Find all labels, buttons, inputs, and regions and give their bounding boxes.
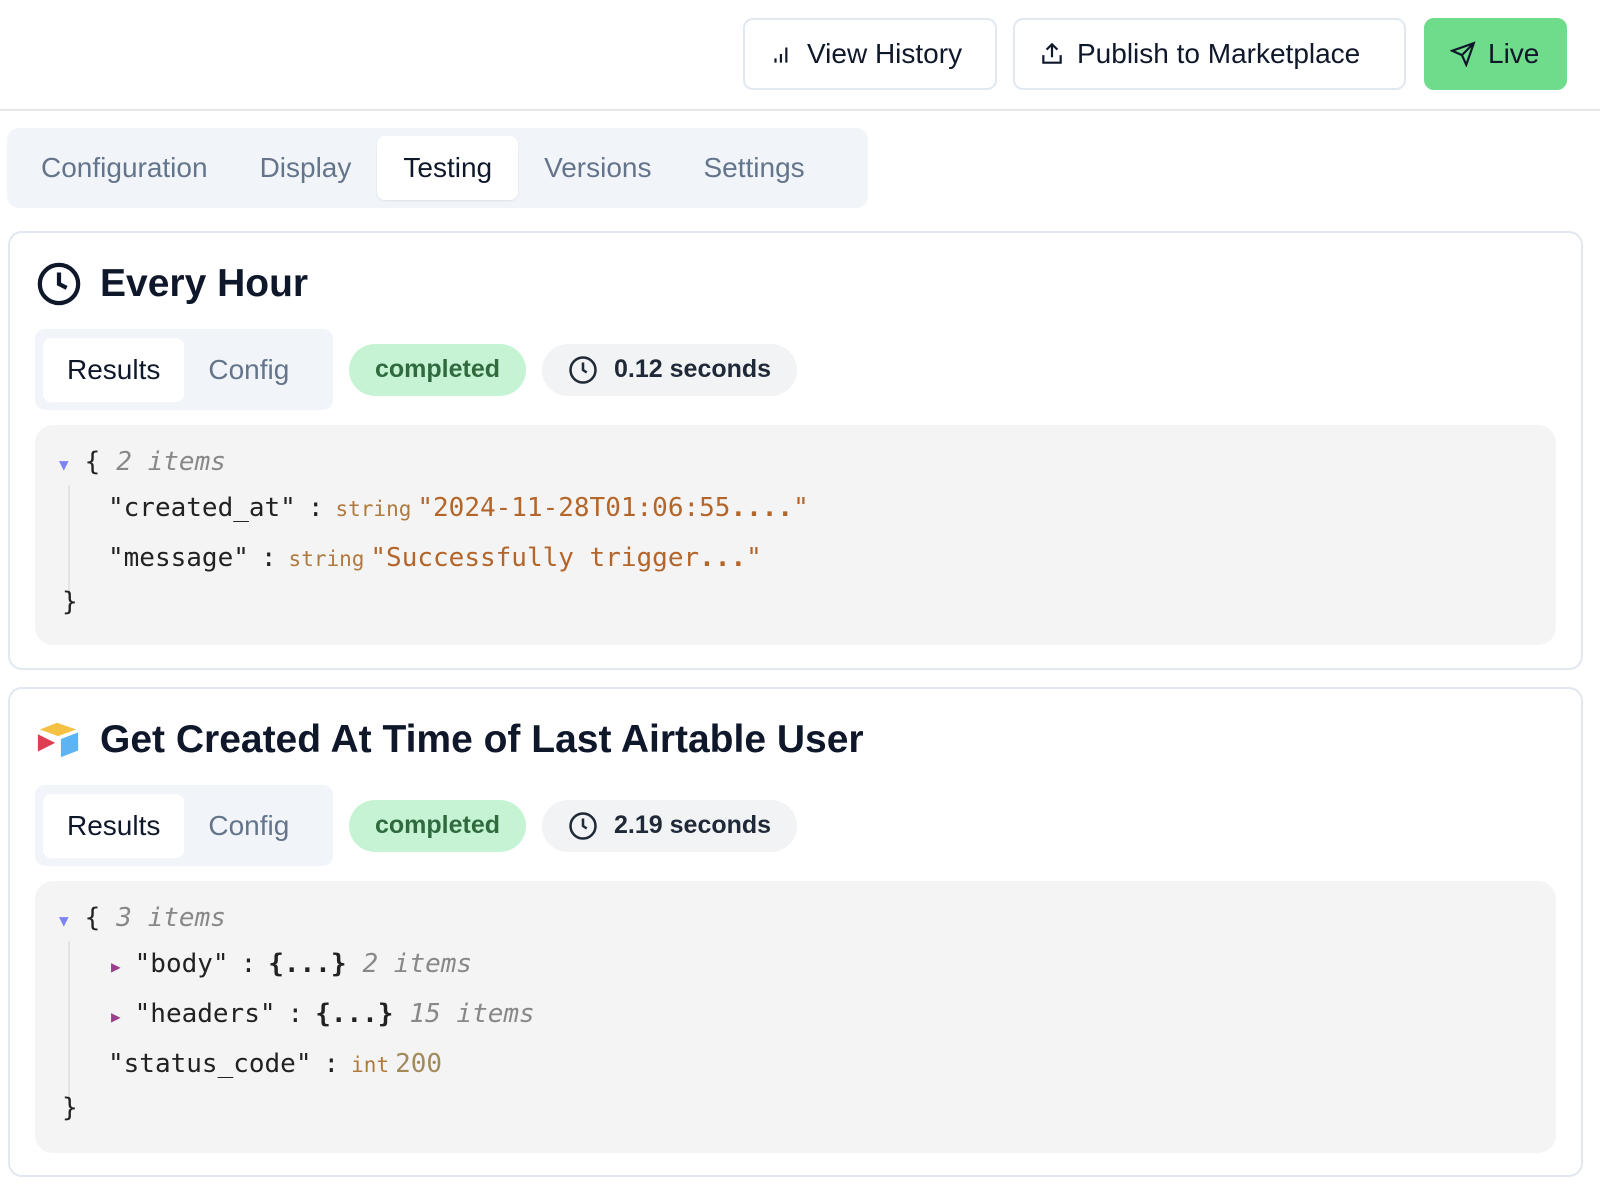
upload-icon (1042, 42, 1062, 64)
result-tabs: Results Config (35, 329, 333, 410)
type: string (288, 547, 365, 571)
result-tabs: Results Config (35, 785, 333, 866)
tab-configuration[interactable]: Configuration (15, 136, 234, 200)
live-label: Live (1488, 38, 1540, 69)
colon: : (323, 1049, 340, 1079)
step-title: Every Hour (36, 261, 308, 307)
item-count: 2 items (362, 949, 473, 979)
expand-triangle-icon[interactable]: ▼ (59, 911, 69, 930)
live-button[interactable]: Live (1424, 18, 1567, 90)
clock-icon (569, 811, 597, 840)
json-root[interactable]: ▼ {2 items (59, 447, 226, 477)
clock-icon (569, 355, 597, 384)
publish-label: Publish to Marketplace (1077, 38, 1361, 69)
json-field: "status_code": int 200 (108, 1049, 442, 1079)
quote: " (746, 543, 762, 573)
value: "Successfully trigger (370, 543, 700, 573)
tab-results[interactable]: Results (43, 337, 185, 402)
collapsed-triangle-icon[interactable]: ▶ (111, 957, 121, 976)
brace: { (84, 903, 101, 933)
json-field-body[interactable]: ▶ "body": {...} 2 items (111, 949, 472, 979)
tab-config[interactable]: Config (184, 794, 313, 858)
colon: : (307, 493, 324, 523)
collapsed-triangle-icon[interactable]: ▶ (111, 1007, 121, 1026)
json-field-headers[interactable]: ▶ "headers": {...} 15 items (111, 999, 535, 1029)
clock-icon (37, 262, 81, 306)
value: 200 (395, 1049, 443, 1079)
ellipsis[interactable]: .... (730, 493, 793, 523)
tab-versions[interactable]: Versions (518, 136, 677, 200)
duration-text: 0.12 seconds (614, 355, 772, 383)
expand-triangle-icon[interactable]: ▼ (59, 455, 69, 474)
tab-display[interactable]: Display (234, 136, 378, 200)
status-badge: completed (349, 799, 527, 852)
colon: : (260, 543, 277, 573)
publish-button[interactable]: Publish to Marketplace (1013, 18, 1406, 90)
colon: : (240, 949, 257, 979)
bar-chart-icon (774, 47, 788, 63)
send-icon (1450, 41, 1476, 67)
item-count: 2 items (116, 447, 226, 477)
step-title: Get Created At Time of Last Airtable Use… (36, 717, 864, 763)
json-field: "created_at": string "2024-11-28T01:06:55.… (108, 493, 809, 523)
item-count: 3 items (116, 903, 226, 933)
view-history-button[interactable]: View History (743, 18, 997, 90)
duration-badge: 2.19 seconds (542, 799, 798, 852)
step-card: Get Created At Time of Last Airtable Use… (8, 687, 1583, 1177)
brace: } (62, 587, 78, 617)
step-title-text: Every Hour (100, 262, 309, 305)
duration-text: 2.19 seconds (614, 811, 772, 839)
key: "message" (108, 543, 249, 573)
duration-badge: 0.12 seconds (542, 343, 798, 396)
json-field: "message": string "Successfully trigger...… (108, 543, 762, 573)
type: string (335, 497, 412, 521)
main-tabs: Configuration Display Testing Versions S… (7, 128, 868, 208)
colon: : (287, 999, 304, 1029)
top-toolbar: View History Publish to Marketplace Live (0, 0, 1600, 111)
key: "headers" (134, 999, 276, 1029)
brace: } (62, 1093, 78, 1123)
status-badge: completed (349, 343, 527, 396)
value: "2024-11-28T01:06:55 (417, 493, 731, 523)
json-root[interactable]: ▼ {3 items (59, 903, 226, 933)
collapsed-object[interactable]: {...} (268, 949, 346, 979)
tab-config[interactable]: Config (184, 338, 313, 402)
json-viewer: ▼{2 items "created_at": string "2024-11-28… (35, 425, 1556, 645)
tab-testing[interactable]: Testing (377, 136, 519, 200)
tab-settings[interactable]: Settings (678, 136, 831, 200)
step-card: Every Hour Results Config completed 0.12… (8, 231, 1583, 670)
json-viewer: ▼ {3 items ▶ "body": {...} 2 items ▶ "headers… (35, 881, 1556, 1153)
key: "body" (134, 949, 229, 979)
collapsed-object[interactable]: {...} (315, 999, 393, 1029)
key: "status_code" (108, 1049, 312, 1079)
brace: { (84, 447, 101, 477)
tab-results[interactable]: Results (43, 793, 185, 858)
quote: " (793, 493, 809, 523)
view-history-label: View History (807, 38, 963, 69)
ellipsis[interactable]: ... (699, 543, 746, 573)
airtable-logo-icon (37, 722, 79, 758)
key: "created_at" (108, 493, 296, 523)
step-title-text: Get Created At Time of Last Airtable Use… (100, 718, 864, 761)
type: int (351, 1053, 390, 1077)
item-count: 15 items (409, 999, 535, 1029)
